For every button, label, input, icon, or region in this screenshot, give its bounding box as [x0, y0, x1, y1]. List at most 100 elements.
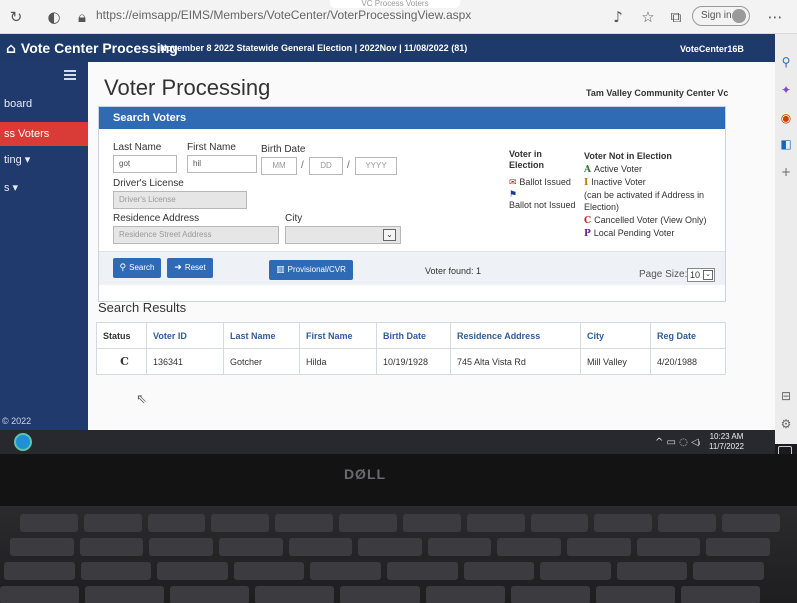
- cell-reg-date: 4/20/1988: [650, 348, 726, 375]
- sidebar-item-dashboard[interactable]: board: [0, 92, 88, 116]
- provisional-button-label: Provisional/CVR: [287, 265, 346, 274]
- menu-toggle-icon[interactable]: [64, 70, 76, 80]
- mouse-cursor-icon: ⇖: [136, 392, 147, 407]
- sign-in-label: Sign in: [701, 10, 732, 21]
- sign-in-button[interactable]: Sign in: [692, 6, 750, 26]
- birth-day-input[interactable]: DD: [309, 157, 343, 175]
- add-icon[interactable]: +: [780, 166, 792, 178]
- election-info: November 8 2022 Statewide General Electi…: [160, 43, 468, 53]
- search-voters-header: Search Voters: [99, 107, 725, 129]
- collections-icon[interactable]: ⧉: [666, 7, 686, 27]
- first-name-input[interactable]: hil: [187, 155, 257, 173]
- reset-button-label: Reset: [184, 263, 206, 272]
- settings-icon[interactable]: ⚙: [780, 418, 792, 430]
- copilot-icon[interactable]: ✦: [780, 84, 792, 96]
- site-info-icon[interactable]: ◐: [44, 7, 64, 27]
- license-input[interactable]: Driver's License: [113, 191, 247, 209]
- voter-not-in-election-title: Voter Not in Election: [584, 151, 672, 161]
- laptop-logo: DØLL: [343, 466, 387, 482]
- address-label: Residence Address: [113, 213, 200, 224]
- city-label: City: [285, 213, 303, 224]
- browser-tab[interactable]: VC Process Voters: [330, 0, 460, 8]
- key-row: [4, 562, 764, 580]
- birth-date-label: Birth Date: [261, 144, 306, 155]
- lock-icon[interactable]: 🔒︎: [72, 7, 92, 27]
- table-row[interactable]: C 136341 Gotcher Hilda 10/19/1928 745 Al…: [96, 348, 726, 375]
- ballot-issued-text: Ballot Issued: [519, 177, 571, 187]
- inactive-code: I: [584, 178, 589, 188]
- birth-month-input[interactable]: MM: [261, 157, 297, 175]
- results-table: Status Voter ID Last Name First Name Bir…: [96, 322, 726, 375]
- address-bar[interactable]: https://eimsapp/EIMS/Members/VoteCenter/…: [96, 8, 471, 22]
- chevron-down-icon: ⌄: [703, 270, 713, 280]
- read-aloud-icon[interactable]: ♪: [608, 7, 628, 27]
- license-label: Driver's License: [113, 178, 184, 189]
- legend-inactive: I Inactive Voter: [584, 177, 646, 188]
- column-header-address[interactable]: Residence Address: [450, 322, 581, 349]
- column-header-city[interactable]: City: [580, 322, 651, 349]
- browser-sidebar: ⚲ ✦ ◉ ◧ + ⊟ ⚙: [775, 34, 797, 444]
- cell-city: Mill Valley: [580, 348, 651, 375]
- app-title-text: Vote Center Processing: [20, 40, 178, 56]
- city-select[interactable]: ⌄: [285, 226, 401, 244]
- column-header-reg-date[interactable]: Reg Date: [650, 322, 726, 349]
- sidebar: board ss Voters ting ▾ s ▾ © 2022: [0, 62, 88, 430]
- favorites-icon[interactable]: ☆: [638, 7, 658, 27]
- column-header-first-name[interactable]: First Name: [299, 322, 377, 349]
- profile-avatar-icon: [732, 9, 746, 23]
- key-row: [0, 586, 760, 603]
- pending-code: P: [584, 229, 591, 239]
- main-content: Voter Processing Tam Valley Community Ce…: [88, 62, 775, 430]
- date-separator: /: [301, 160, 304, 171]
- edge-app-icon[interactable]: [14, 433, 32, 451]
- cell-last-name: Gotcher: [223, 348, 300, 375]
- more-menu-icon[interactable]: ⋯: [765, 7, 785, 27]
- vote-center-id: VoteCenter16B: [680, 44, 744, 54]
- search-results-title: Search Results: [98, 300, 187, 315]
- search-icon: ⚲: [119, 263, 127, 273]
- active-text: Active Voter: [593, 164, 643, 174]
- reset-button[interactable]: ➜ Reset: [167, 258, 213, 278]
- provisional-cvr-button[interactable]: ▥ Provisional/CVR: [269, 260, 353, 280]
- address-input[interactable]: Residence Street Address: [113, 226, 279, 244]
- system-tray-icons[interactable]: ^ ▭ ◌ ◁ᵢ: [655, 437, 701, 448]
- taskbar-clock[interactable]: 10:23 AM 11/7/2022: [709, 432, 744, 452]
- last-name-input[interactable]: got: [113, 155, 177, 173]
- ballot-issued-legend: ✉ Ballot Issued: [509, 177, 571, 188]
- column-header-voter-id[interactable]: Voter ID: [146, 322, 224, 349]
- office-icon[interactable]: ◉: [780, 112, 792, 124]
- voter-id-link[interactable]: 136341: [146, 348, 224, 375]
- sidebar-item-tools[interactable]: s ▾: [0, 176, 88, 200]
- first-name-label: First Name: [187, 142, 236, 153]
- cell-first-name: Hilda: [299, 348, 377, 375]
- split-screen-icon[interactable]: ⊟: [780, 390, 792, 402]
- refresh-icon[interactable]: ↻: [6, 7, 26, 27]
- page-title: Voter Processing: [104, 75, 271, 100]
- search-icon[interactable]: ⚲: [780, 56, 792, 68]
- home-icon: ⌂: [6, 41, 21, 57]
- sidebar-footer-year: 2022: [11, 416, 32, 426]
- results-header-row: Status Voter ID Last Name First Name Bir…: [96, 322, 726, 349]
- column-header-status[interactable]: Status: [96, 322, 147, 349]
- flag-icon: ⚑: [509, 189, 518, 199]
- outlook-icon[interactable]: ◧: [780, 138, 792, 150]
- sidebar-item-process-voters[interactable]: ss Voters: [0, 122, 88, 146]
- key-row: [20, 514, 780, 532]
- cancelled-text: Cancelled Voter (View Only): [594, 215, 707, 225]
- column-header-last-name[interactable]: Last Name: [223, 322, 300, 349]
- ballot-not-issued-text: Ballot not Issued: [509, 200, 576, 210]
- app-title[interactable]: ⌂ Vote Center Processing: [6, 40, 178, 57]
- birth-year-input[interactable]: YYYY: [355, 157, 397, 175]
- key-row: [10, 538, 771, 556]
- voter-in-election-title: Voter in Election: [509, 149, 545, 170]
- search-voters-panel: Search Voters Last Name got First Name h…: [98, 106, 726, 302]
- legend-cancelled: C Cancelled Voter (View Only): [584, 215, 707, 226]
- column-header-birth-date[interactable]: Birth Date: [376, 322, 451, 349]
- last-name-label: Last Name: [113, 142, 162, 153]
- chevron-down-icon: ⌄: [383, 229, 396, 241]
- page-size-select[interactable]: 10 ⌄: [687, 268, 715, 282]
- pending-text: Local Pending Voter: [593, 228, 675, 238]
- taskbar: ^ ▭ ◌ ◁ᵢ 10:23 AM 11/7/2022: [0, 430, 775, 454]
- sidebar-item-reporting[interactable]: ting ▾: [0, 148, 88, 172]
- search-button[interactable]: ⚲ Search: [113, 258, 161, 278]
